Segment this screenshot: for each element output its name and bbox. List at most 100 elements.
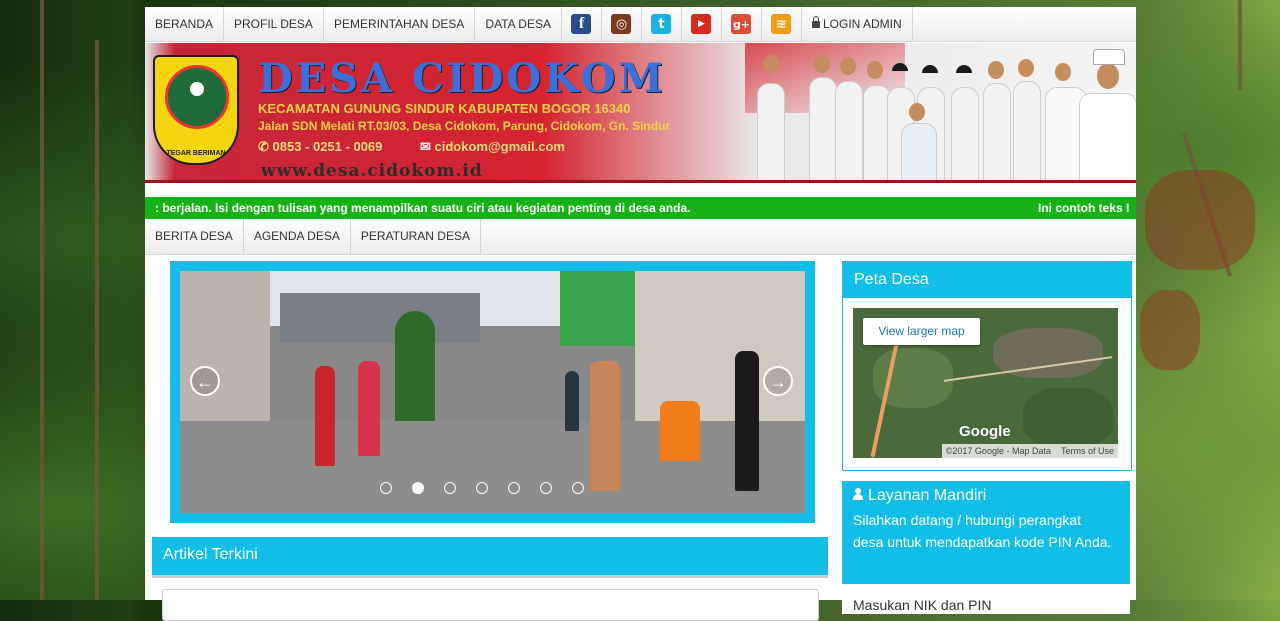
photo-roof — [280, 293, 480, 343]
view-larger-map-button[interactable]: View larger map — [863, 318, 980, 345]
secondary-navigation: BERITA DESA AGENDA DESA PERATURAN DESA — [145, 219, 1136, 255]
slider-dot[interactable] — [540, 482, 552, 494]
instagram-link[interactable]: ◎ — [602, 7, 642, 41]
banner-website: www.desa.cidokom.id — [261, 161, 483, 181]
lock-icon — [811, 16, 820, 28]
ticker-text: : berjalan. Isi dengan tulisan yang mena… — [155, 201, 691, 215]
banner-phone-number: 0853 - 0251 - 0069 — [272, 139, 383, 154]
nav-data-desa[interactable]: DATA DESA — [475, 7, 562, 41]
slider-next-button[interactable]: → — [763, 366, 793, 396]
instagram-icon: ◎ — [611, 14, 632, 34]
village-head-photo — [1079, 93, 1136, 183]
village-head-cap — [1093, 49, 1125, 65]
slider-dot[interactable] — [572, 482, 584, 494]
nav-berita-desa[interactable]: BERITA DESA — [145, 219, 244, 254]
slider-prev-button[interactable]: ← — [190, 366, 220, 396]
staff-head — [840, 57, 856, 75]
slider-dot[interactable] — [444, 482, 456, 494]
photo-road — [180, 421, 805, 513]
latest-articles-header: Artikel Terkini — [152, 537, 828, 578]
map-footer: ©2017 Google - Map Data Terms of Use — [941, 444, 1118, 458]
nav-pemerintahan-desa[interactable]: PEMERINTAHAN DESA — [324, 7, 476, 41]
logo-star — [190, 82, 204, 96]
village-logo: TEGAR BERIMAN — [153, 55, 239, 165]
village-map-widget: Peta Desa View larger map Google ©2017 G… — [842, 261, 1132, 471]
staff-head — [1055, 63, 1071, 81]
header-banner: TEGAR BERIMAN DESA CIDOKOM KECAMATAN GUN… — [145, 43, 1136, 183]
self-service-widget: Layanan Mandiri Silahkan datang / hubung… — [842, 481, 1130, 614]
village-head-face — [1097, 63, 1119, 89]
phone-icon: ✆ — [258, 139, 273, 154]
twitter-link[interactable]: t — [642, 7, 682, 41]
banner-title: DESA CIDOKOM — [258, 55, 666, 102]
staff-person-seated — [901, 123, 937, 183]
youtube-link[interactable]: ▶ — [682, 7, 722, 41]
nav-profil-desa[interactable]: PROFIL DESA — [224, 7, 324, 41]
staff-hijab — [892, 63, 908, 71]
staff-head — [988, 61, 1004, 79]
embedded-map[interactable]: View larger map Google ©2017 Google - Ma… — [853, 308, 1118, 458]
map-data-credit: ©2017 Google - Map Data — [945, 446, 1051, 456]
page-container: BERANDA PROFIL DESA PEMERINTAHAN DESA DA… — [145, 7, 1136, 621]
photo-tree — [395, 311, 435, 431]
slider-indicators — [380, 482, 584, 494]
slider-dot-active[interactable] — [412, 482, 424, 494]
staff-hijab — [922, 65, 938, 73]
staff-head — [909, 103, 925, 121]
slider-dot[interactable] — [508, 482, 520, 494]
staff-person — [835, 81, 863, 183]
staff-person — [951, 87, 979, 183]
photo-worker — [735, 351, 759, 491]
twitter-icon: t — [651, 14, 672, 34]
background-tree-trunk — [95, 40, 99, 600]
google-plus-icon: g+ — [731, 14, 752, 34]
image-slider: ← → — [170, 261, 815, 523]
photo-worker — [565, 371, 579, 431]
background-soil — [1145, 170, 1255, 270]
login-admin-button[interactable]: LOGIN ADMIN — [802, 7, 913, 41]
staff-person — [1013, 81, 1041, 183]
logo-motto: TEGAR BERIMAN — [166, 150, 226, 157]
facebook-link[interactable]: f — [562, 7, 602, 41]
background-tree-trunk — [1238, 0, 1242, 90]
banner-email-address: cidokom@gmail.com — [434, 139, 565, 154]
village-map-header: Peta Desa — [843, 262, 1131, 298]
background-soil — [1140, 290, 1200, 370]
nik-pin-label: Masukan NIK dan PIN — [853, 597, 992, 613]
map-terms-link[interactable]: Terms of Use — [1061, 444, 1114, 458]
staff-person — [757, 83, 785, 183]
nav-peraturan-desa[interactable]: PERATURAN DESA — [351, 219, 481, 254]
photo-worker — [315, 366, 335, 466]
staff-head — [1018, 59, 1034, 77]
user-icon — [853, 488, 863, 500]
background-tree-trunk — [40, 0, 44, 600]
envelope-icon: ✉ — [420, 139, 435, 154]
rss-link[interactable]: ≋ — [762, 7, 802, 41]
self-service-title: Layanan Mandiri — [853, 487, 986, 505]
nav-agenda-desa[interactable]: AGENDA DESA — [244, 219, 351, 254]
self-service-description: Silahkan datang / hubungi perangkat desa… — [853, 512, 1112, 550]
slider-photo — [180, 271, 805, 513]
staff-head — [763, 55, 779, 73]
logo-emblem — [165, 65, 229, 129]
banner-address: Jalan SDN Melati RT.03/03, Desa Cidokom,… — [258, 119, 671, 133]
photo-worker — [358, 361, 380, 456]
article-card[interactable] — [162, 589, 819, 621]
photo-worker — [660, 401, 700, 461]
news-ticker: : berjalan. Isi dengan tulisan yang mena… — [145, 197, 1136, 219]
banner-subtitle: KECAMATAN GUNUNG SINDUR KABUPATEN BOGOR … — [258, 101, 631, 116]
photo-worker — [590, 361, 620, 491]
slider-dot[interactable] — [380, 482, 392, 494]
staff-hijab — [956, 65, 972, 73]
nav-beranda[interactable]: BERANDA — [145, 7, 225, 41]
village-map-title: Peta Desa — [854, 271, 929, 288]
rss-icon: ≋ — [771, 14, 792, 34]
google-plus-link[interactable]: g+ — [722, 7, 762, 41]
self-service-heading: Layanan Mandiri — [868, 487, 987, 504]
slider-dot[interactable] — [476, 482, 488, 494]
latest-articles-title: Artikel Terkini — [163, 546, 258, 563]
login-admin-label: LOGIN ADMIN — [822, 17, 902, 31]
staff-head — [814, 55, 830, 73]
staff-person — [983, 83, 1011, 183]
staff-person — [809, 77, 837, 183]
